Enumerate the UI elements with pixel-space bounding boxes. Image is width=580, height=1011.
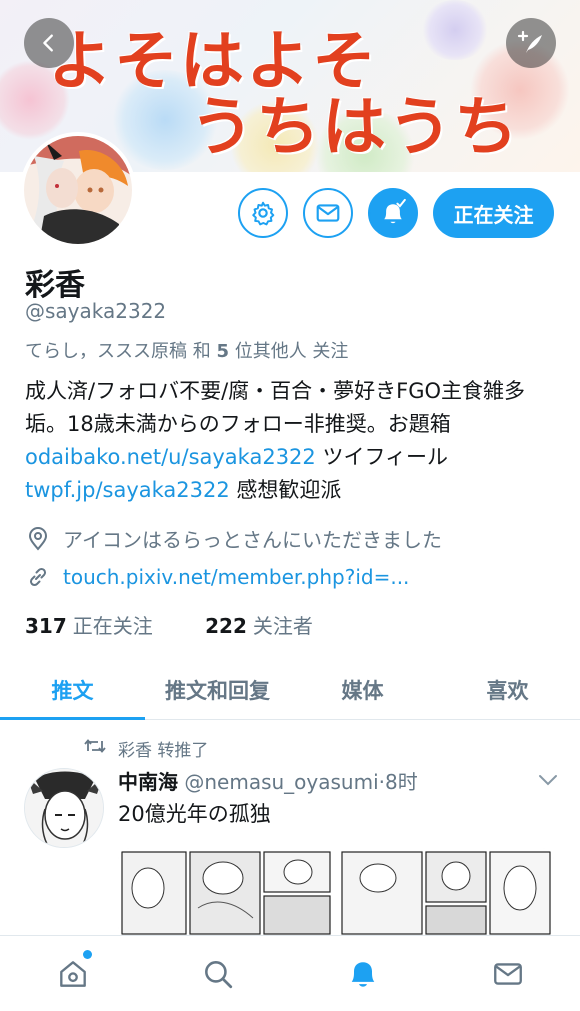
retweet-context-text: 彩香 转推了 — [118, 741, 209, 761]
gear-icon — [252, 201, 275, 226]
banner-title-line2: うちはうち — [190, 91, 520, 165]
link-icon — [25, 564, 51, 590]
followed-by-names: てらし，ススス原稿 — [25, 341, 187, 362]
notifications-toggle-button[interactable] — [368, 188, 418, 238]
follow-counts: 317 正在关注 222 关注者 — [25, 610, 313, 639]
following-count-link[interactable]: 317 正在关注 — [25, 614, 153, 638]
back-button[interactable] — [24, 18, 74, 68]
chevron-left-icon — [43, 34, 53, 52]
tweet-time: ·8时 — [378, 770, 418, 794]
profile-website[interactable]: touch.pixiv.net/member.php?id=... — [25, 564, 409, 590]
following-button[interactable]: 正在关注 — [433, 188, 554, 238]
tab-tweets[interactable]: 推文 — [0, 660, 145, 720]
tweet-media[interactable] — [118, 848, 554, 938]
bio-text-twifeel: ツイフィール — [315, 445, 449, 469]
following-count: 317 — [25, 614, 67, 638]
followed-by-tail: 位其他人 关注 — [228, 341, 349, 362]
retweet-context: 彩香 转推了 — [84, 736, 208, 761]
bell-icon — [351, 961, 374, 987]
new-content-dot — [83, 950, 92, 959]
user-handle: @sayaka2322 — [25, 299, 167, 323]
banner-decoration — [420, 0, 490, 60]
profile-bio: 成人済/フォロバ不要/腐・百合・夢好きFGO主食雑多垢。18歳未満からのフォロー… — [25, 375, 565, 507]
chevron-down-icon — [539, 775, 557, 786]
nav-notifications[interactable] — [290, 936, 435, 1011]
bottom-navigation — [0, 935, 580, 1011]
tweet-image-2[interactable] — [338, 848, 554, 938]
retweet-icon — [84, 738, 106, 759]
tweet-text: 20億光年の孤独 — [118, 802, 271, 826]
followers-count-link[interactable]: 222 关注者 — [205, 614, 313, 638]
profile-avatar[interactable] — [20, 132, 136, 248]
profile-location: アイコンはるらっとさんにいただきました — [25, 524, 442, 553]
settings-button[interactable] — [238, 188, 288, 238]
followed-by-and: 和 — [187, 341, 217, 362]
tweet-author-avatar[interactable] — [24, 768, 104, 848]
display-name: 彩香 — [25, 268, 85, 303]
compose-button[interactable] — [506, 18, 556, 68]
avatar-illustration — [24, 136, 132, 244]
tweet-header: 中南海 @nemasu_oyasumi·8时 — [118, 766, 418, 795]
tweet-menu-button[interactable] — [538, 772, 558, 791]
tab-tweets-and-replies[interactable]: 推文和回复 — [145, 660, 290, 719]
following-label: 正在关注 — [72, 614, 153, 638]
followed-by-count: 5 — [216, 341, 229, 362]
profile-tabs: 推文 推文和回复 媒体 喜欢 — [0, 660, 580, 720]
envelope-icon — [316, 204, 340, 222]
nav-home[interactable] — [0, 936, 145, 1011]
location-text: アイコンはるらっとさんにいただきました — [63, 528, 442, 552]
tweet-image-1[interactable] — [118, 848, 334, 938]
bio-text: 成人済/フォロバ不要/腐・百合・夢好きFGO主食雑多垢。18歳未満からのフォロー… — [25, 379, 526, 436]
followed-by-summary[interactable]: てらし，ススス原稿 和 5 位其他人 关注 — [25, 337, 348, 363]
nav-messages[interactable] — [435, 936, 580, 1011]
search-icon — [204, 960, 232, 988]
tweet-author-name[interactable]: 中南海 — [118, 770, 178, 794]
followers-label: 关注者 — [252, 614, 313, 638]
tab-likes[interactable]: 喜欢 — [435, 660, 580, 719]
followers-count: 222 — [205, 614, 247, 638]
nav-search[interactable] — [145, 936, 290, 1011]
website-link[interactable]: touch.pixiv.net/member.php?id=... — [63, 565, 409, 589]
bell-check-icon — [384, 198, 406, 224]
tab-media[interactable]: 媒体 — [290, 660, 435, 719]
message-button[interactable] — [303, 188, 353, 238]
location-pin-icon — [25, 526, 51, 552]
tweet-author-handle[interactable]: @nemasu_oyasumi — [184, 770, 378, 794]
bio-link-odaibako[interactable]: odaibako.net/u/sayaka2322 — [25, 445, 316, 469]
compose-quill-icon — [517, 30, 542, 53]
tweet-avatar-illustration — [25, 769, 103, 847]
envelope-icon — [493, 962, 522, 985]
home-icon — [59, 960, 86, 987]
bio-text-kansou: 感想歓迎派 — [229, 478, 342, 502]
bio-link-twpf[interactable]: twpf.jp/sayaka2322 — [25, 478, 230, 502]
